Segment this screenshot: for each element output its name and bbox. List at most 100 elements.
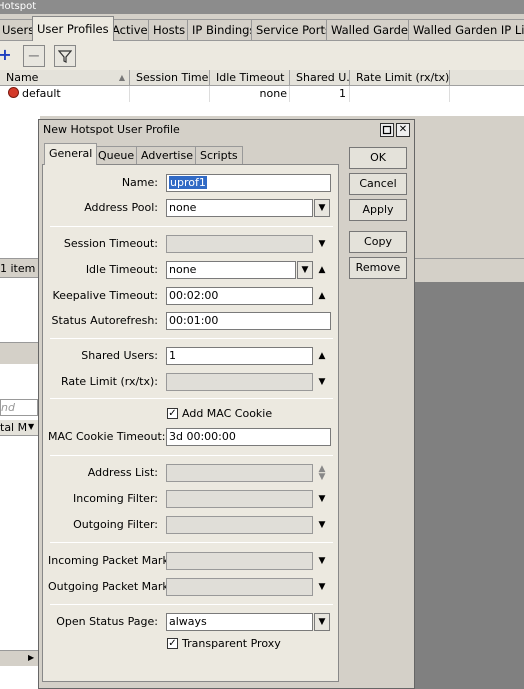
outgoing-packet-mark-label: Outgoing Packet Mark: — [48, 580, 173, 593]
mac-cookie-timeout-label: MAC Cookie Timeout: — [48, 430, 166, 443]
dialog-tab-general[interactable]: General — [44, 143, 98, 165]
status-autorefresh-label: Status Autorefresh: — [51, 314, 158, 327]
tab-hosts[interactable]: Hosts — [148, 19, 191, 40]
separator — [50, 542, 333, 543]
status-bar-left: 1 item — [0, 258, 40, 278]
chevron-up-icon[interactable]: ▲ — [316, 265, 328, 275]
general-panel: Name: uprof1 Address Pool: none ▼ Sessio… — [42, 164, 339, 682]
dialog-tab-queue[interactable]: Queue — [93, 146, 140, 164]
maximize-icon[interactable] — [380, 123, 394, 137]
status-bar-right — [415, 258, 524, 282]
address-pool-dropdown-icon[interactable]: ▼ — [314, 199, 330, 217]
name-field[interactable]: uprof1 — [166, 174, 331, 192]
incoming-filter-label: Incoming Filter: — [73, 492, 158, 505]
remove-button[interactable]: Remove — [349, 257, 407, 279]
tab-service-ports[interactable]: Service Ports — [251, 19, 336, 40]
chevron-down-icon: ▼ — [28, 422, 35, 431]
separator — [50, 338, 333, 339]
minus-icon[interactable]: − — [23, 45, 45, 67]
incoming-filter-field[interactable] — [166, 490, 313, 508]
chevron-up-icon[interactable]: ▲ — [316, 351, 328, 361]
toolbar: + − — [0, 40, 524, 70]
name-label: Name: — [121, 176, 158, 189]
keepalive-timeout-field[interactable]: 00:02:00 — [166, 287, 313, 305]
chevron-down-icon[interactable]: ▼ — [316, 239, 328, 249]
background-panel-divider — [0, 342, 40, 364]
apply-button[interactable]: Apply — [349, 199, 407, 221]
chevron-down-icon[interactable]: ▼ — [316, 556, 328, 566]
background-column-header[interactable]: tal M ▼ — [0, 420, 40, 436]
tab-active[interactable]: Active — [107, 19, 153, 40]
main-tabs: Users User Profiles Active Hosts IP Bind… — [0, 14, 524, 41]
tab-ip-bindings[interactable]: IP Bindings — [187, 19, 261, 40]
rate-limit-field[interactable] — [166, 373, 313, 391]
idle-timeout-dropdown-icon[interactable]: ▼ — [297, 261, 313, 279]
profile-name-cell: default — [8, 86, 130, 102]
outgoing-packet-mark-field[interactable] — [166, 578, 313, 596]
column-header-shared-users[interactable]: Shared U... — [290, 70, 350, 86]
chevron-down-icon[interactable]: ▼ — [316, 520, 328, 530]
chevron-down-icon[interactable]: ▼ — [316, 494, 328, 504]
plus-icon[interactable]: + — [0, 45, 16, 67]
session-timeout-field[interactable] — [166, 235, 313, 253]
column-header-idle-timeout[interactable]: Idle Timeout — [210, 70, 290, 86]
window-title: Hotspot — [0, 1, 37, 12]
shared-users-label: Shared Users: — [81, 349, 158, 362]
tab-walled-garden-ip-list[interactable]: Walled Garden IP List — [408, 19, 524, 40]
copy-button[interactable]: Copy — [349, 231, 407, 253]
chevron-up-icon[interactable]: ▲ — [316, 291, 328, 301]
add-mac-cookie-label: Add MAC Cookie — [182, 407, 273, 420]
open-status-page-label: Open Status Page: — [56, 615, 158, 628]
idle-timeout-field[interactable]: none — [166, 261, 296, 279]
tab-walled-garden[interactable]: Walled Garden — [326, 19, 421, 40]
items-count: 1 item — [0, 262, 36, 275]
status-autorefresh-field[interactable]: 00:01:00 — [166, 312, 331, 330]
window-title-bar: Hotspot — [0, 0, 524, 14]
cancel-button[interactable]: Cancel — [349, 173, 407, 195]
separator — [50, 398, 333, 399]
chevron-down-icon[interactable]: ▼ — [316, 582, 328, 592]
ok-button[interactable]: OK — [349, 147, 407, 169]
shared-users-cell: 1 — [290, 86, 350, 102]
up-down-icon[interactable]: ▲ ▼ — [316, 465, 328, 482]
keepalive-timeout-label: Keepalive Timeout: — [52, 289, 158, 302]
transparent-proxy-label: Transparent Proxy — [182, 637, 281, 650]
dialog-tab-scripts[interactable]: Scripts — [195, 146, 243, 164]
address-pool-label: Address Pool: — [84, 201, 158, 214]
scroll-right-icon: ▶ — [28, 653, 35, 662]
dialog-tab-advertise[interactable]: Advertise — [136, 146, 198, 164]
address-pool-select[interactable]: none — [166, 199, 313, 217]
profile-icon — [8, 87, 19, 98]
background-scrollbar[interactable]: ▶ — [0, 650, 40, 666]
separator — [50, 455, 333, 456]
tab-user-profiles[interactable]: User Profiles — [32, 16, 114, 41]
dialog-title: New Hotspot User Profile — [43, 123, 180, 136]
chevron-down-icon[interactable]: ▼ — [316, 377, 328, 387]
column-header-session-timeout[interactable]: Session Time... — [130, 70, 210, 86]
desktop-background — [415, 282, 524, 689]
background-filter-input[interactable]: nd — [0, 399, 38, 416]
column-header-filler — [450, 70, 524, 86]
idle-timeout-cell: none — [210, 86, 290, 102]
open-status-page-dropdown-icon[interactable]: ▼ — [314, 613, 330, 631]
session-timeout-cell — [130, 86, 210, 102]
outgoing-filter-field[interactable] — [166, 516, 313, 534]
transparent-proxy-checkbox[interactable]: ✓ — [167, 638, 178, 649]
funnel-icon[interactable] — [54, 45, 76, 67]
new-profile-dialog: New Hotspot User Profile ✕ General Queue… — [38, 119, 415, 689]
idle-timeout-label: Idle Timeout: — [85, 263, 158, 276]
mac-cookie-timeout-field[interactable]: 3d 00:00:00 — [166, 428, 331, 446]
session-timeout-label: Session Timeout: — [63, 237, 158, 250]
column-header-rate-limit[interactable]: Rate Limit (rx/tx) — [350, 70, 450, 86]
close-icon[interactable]: ✕ — [396, 123, 410, 137]
address-list-label: Address List: — [87, 466, 158, 479]
column-header-name[interactable]: Name ▲ — [0, 70, 130, 86]
rate-limit-cell — [350, 86, 450, 102]
open-status-page-select[interactable]: always — [166, 613, 313, 631]
shared-users-field[interactable]: 1 — [166, 347, 313, 365]
address-list-field[interactable] — [166, 464, 313, 482]
add-mac-cookie-checkbox[interactable]: ✓ — [167, 408, 178, 419]
incoming-packet-mark-field[interactable] — [166, 552, 313, 570]
separator — [50, 226, 333, 227]
incoming-packet-mark-label: Incoming Packet Mark: — [48, 554, 173, 567]
